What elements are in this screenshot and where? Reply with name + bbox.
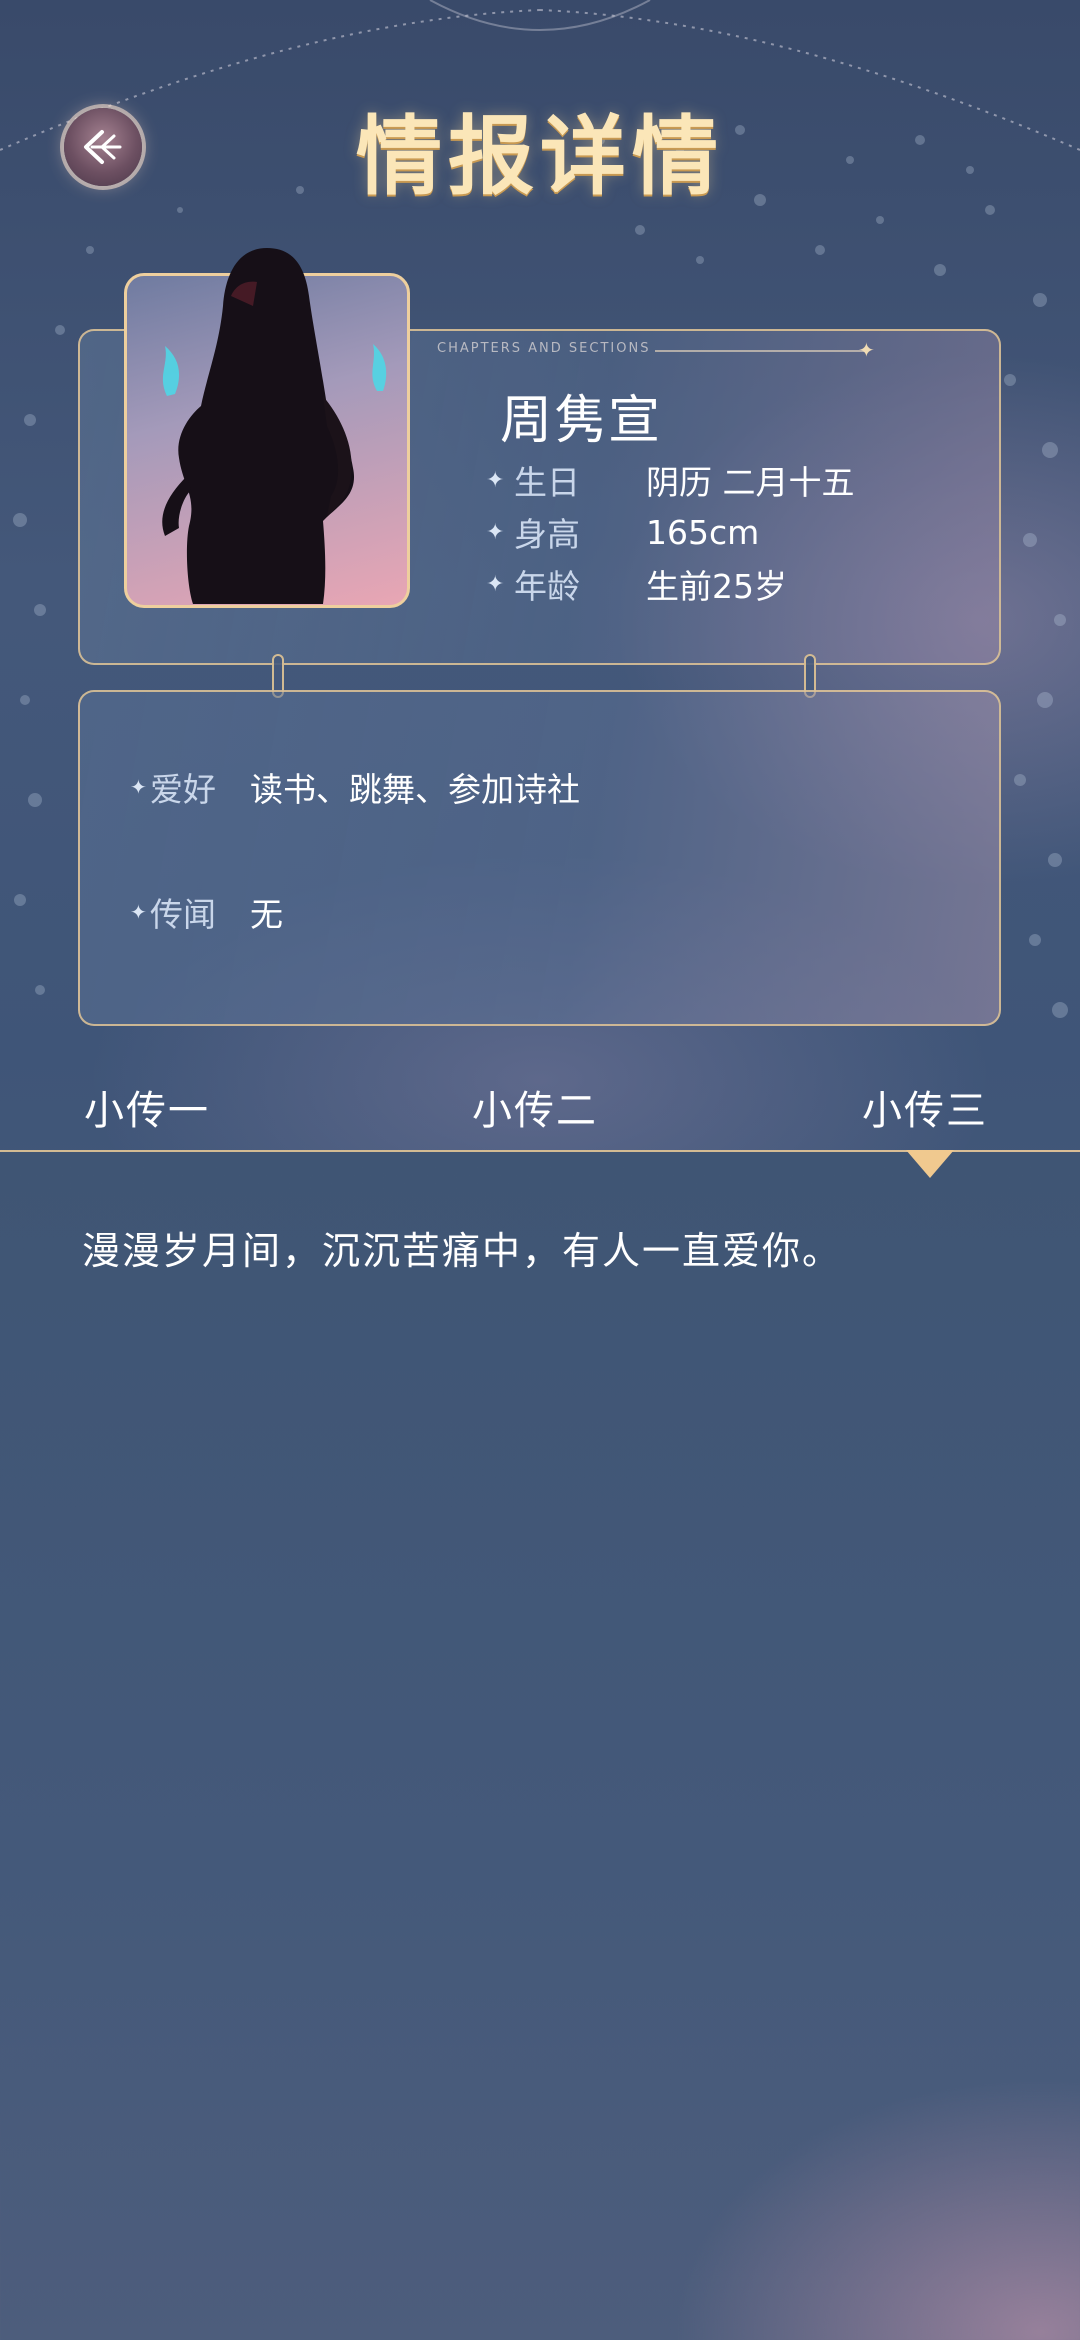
sparkle-icon: ✦ xyxy=(130,775,147,799)
sparkle-icon: ✦ xyxy=(858,338,875,362)
info-label: 身高 xyxy=(514,515,580,554)
info-value: 165cm xyxy=(646,512,760,552)
info-value: 生前25岁 xyxy=(646,567,787,606)
detail-value: 无 xyxy=(250,895,283,934)
detail-row-hobby: ✦ 爱好 读书、跳舞、参加诗社 xyxy=(130,763,580,811)
sparkle-icon: ✦ xyxy=(486,467,505,493)
character-silhouette-icon xyxy=(162,248,387,604)
story-text: 漫漫岁月间，沉沉苦痛中，有人一直爱你。 xyxy=(82,1229,843,1273)
info-row-age: ✦ 年龄 生前25岁 xyxy=(486,562,787,606)
info-label: 生日 xyxy=(514,463,580,502)
screen: 情报详情 CHAPTERS AND SECTIONS ✦ 周隽宣 ✦ 生日 阴历… xyxy=(0,0,1080,2340)
detail-row-rumor: ✦ 传闻 无 xyxy=(130,888,283,936)
detail-label: 爱好 xyxy=(150,770,216,809)
info-row-height: ✦ 身高 165cm xyxy=(486,510,760,555)
sparkle-icon: ✦ xyxy=(130,900,147,924)
chapters-divider xyxy=(655,350,865,352)
selected-tab-indicator xyxy=(906,1150,954,1178)
page-title: 情报详情 xyxy=(356,106,724,207)
info-value: 阴历 二月十五 xyxy=(646,463,855,502)
sparkle-icon: ✦ xyxy=(486,571,505,597)
tab-story-2[interactable]: 小传二 xyxy=(472,1078,598,1136)
detail-label: 传闻 xyxy=(150,895,216,934)
tab-story-3[interactable]: 小传三 xyxy=(862,1078,988,1136)
detail-card xyxy=(78,690,1001,1026)
info-row-birthday: ✦ 生日 阴历 二月十五 xyxy=(486,458,855,502)
character-name: 周隽宣 xyxy=(500,391,663,451)
detail-value: 读书、跳舞、参加诗社 xyxy=(250,770,580,809)
chapters-label: CHAPTERS AND SECTIONS xyxy=(437,341,651,356)
story-panel: 漫漫岁月间，沉沉苦痛中，有人一直爱你。 xyxy=(0,1150,1080,2340)
character-portrait xyxy=(124,248,410,608)
sparkle-icon: ✦ xyxy=(486,519,505,545)
tab-story-1[interactable]: 小传一 xyxy=(84,1078,210,1136)
info-label: 年龄 xyxy=(514,567,580,606)
